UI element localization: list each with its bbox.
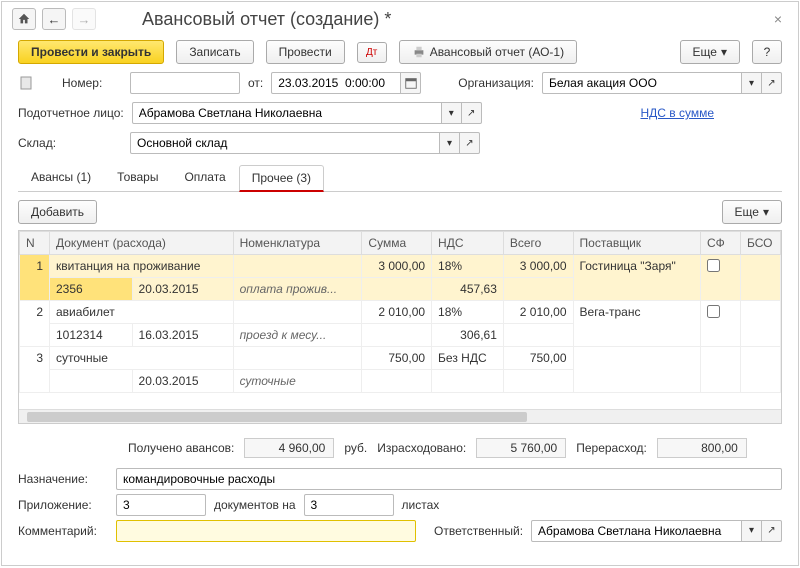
org-field[interactable]: [542, 72, 742, 94]
page-title: Авансовый отчет (создание) *: [142, 9, 762, 30]
forward-button: →: [72, 8, 96, 30]
home-button[interactable]: [12, 8, 36, 30]
attach-label: Приложение:: [18, 498, 108, 512]
more-button[interactable]: Еще ▾: [680, 40, 740, 64]
sf-checkbox[interactable]: [707, 305, 720, 318]
col-total: Всего: [503, 232, 573, 255]
received-value: 4 960,00: [244, 438, 334, 458]
dropdown-icon[interactable]: ▾: [742, 520, 762, 542]
over-label: Перерасход:: [576, 441, 647, 455]
date-field[interactable]: [271, 72, 401, 94]
help-button[interactable]: ?: [752, 40, 782, 64]
calendar-icon[interactable]: [401, 72, 421, 94]
comment-label: Комментарий:: [18, 524, 108, 538]
document-icon: [18, 75, 34, 91]
open-icon[interactable]: ↗: [762, 72, 782, 94]
chevron-down-icon: ▾: [721, 45, 727, 59]
over-value: 800,00: [657, 438, 747, 458]
close-icon[interactable]: ×: [768, 11, 788, 27]
post-and-close-button[interactable]: Провести и закрыть: [18, 40, 164, 64]
tab-other[interactable]: Прочее (3): [239, 165, 324, 192]
printer-icon: [412, 45, 426, 59]
horizontal-scrollbar[interactable]: [19, 409, 781, 423]
number-label: Номер:: [62, 76, 122, 90]
table-row[interactable]: 2 авиабилет 2 010,00 18% 2 010,00 Вега-т…: [20, 301, 781, 324]
col-doc: Документ (расхода): [50, 232, 234, 255]
warehouse-label: Склад:: [18, 136, 122, 150]
col-vat: НДС: [432, 232, 504, 255]
col-bso: БСО: [741, 232, 781, 255]
purpose-label: Назначение:: [18, 472, 108, 486]
open-icon[interactable]: ↗: [462, 102, 482, 124]
print-form-button[interactable]: Авансовый отчет (АО-1): [399, 40, 577, 64]
person-field[interactable]: [132, 102, 442, 124]
warehouse-field[interactable]: [130, 132, 440, 154]
tab-goods[interactable]: Товары: [104, 164, 171, 191]
received-label: Получено авансов:: [128, 441, 234, 455]
col-sum: Сумма: [362, 232, 432, 255]
resp-field[interactable]: [531, 520, 742, 542]
post-button[interactable]: Провести: [266, 40, 345, 64]
save-button[interactable]: Записать: [176, 40, 253, 64]
person-label: Подотчетное лицо:: [18, 106, 124, 120]
table-row[interactable]: 3 суточные 750,00 Без НДС 750,00: [20, 347, 781, 370]
table-more-button[interactable]: Еще ▾: [722, 200, 782, 224]
number-field[interactable]: [130, 72, 240, 94]
expense-table[interactable]: N Документ (расхода) Номенклатура Сумма …: [19, 231, 781, 409]
tab-payment[interactable]: Оплата: [171, 164, 238, 191]
table-row[interactable]: 1 квитанция на проживание 3 000,00 18% 3…: [20, 255, 781, 278]
spent-label: Израсходовано:: [377, 441, 466, 455]
debit-credit-button[interactable]: Дт: [357, 42, 387, 63]
back-button[interactable]: ←: [42, 8, 66, 30]
attach-sheets-field[interactable]: [304, 494, 394, 516]
from-label: от:: [248, 76, 263, 90]
open-icon[interactable]: ↗: [460, 132, 480, 154]
col-nomen: Номенклатура: [233, 232, 362, 255]
open-icon[interactable]: ↗: [762, 520, 782, 542]
col-sf: СФ: [701, 232, 741, 255]
chevron-down-icon: ▾: [763, 205, 769, 219]
tab-advances[interactable]: Авансы (1): [18, 164, 104, 191]
spent-value: 5 760,00: [476, 438, 566, 458]
org-label: Организация:: [458, 76, 534, 90]
attach-count-field[interactable]: [116, 494, 206, 516]
purpose-field[interactable]: [116, 468, 782, 490]
col-n: N: [20, 232, 50, 255]
col-supplier: Поставщик: [573, 232, 700, 255]
sf-checkbox[interactable]: [707, 259, 720, 272]
dropdown-icon[interactable]: ▾: [440, 132, 460, 154]
resp-label: Ответственный:: [434, 524, 523, 538]
dropdown-icon[interactable]: ▾: [742, 72, 762, 94]
add-row-button[interactable]: Добавить: [18, 200, 97, 224]
vat-link[interactable]: НДС в сумме: [640, 106, 714, 120]
comment-field[interactable]: [116, 520, 416, 542]
dropdown-icon[interactable]: ▾: [442, 102, 462, 124]
